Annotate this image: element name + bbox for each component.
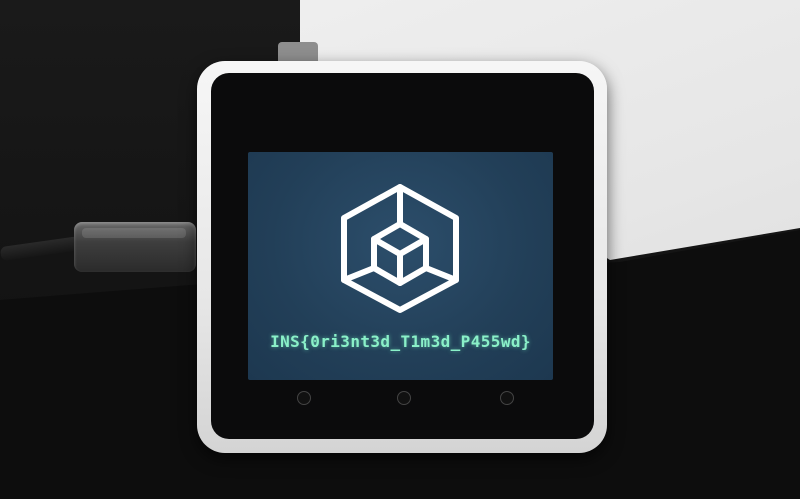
hardware-button-c[interactable] — [500, 391, 514, 405]
device-front-panel: INS{0ri3nt3d_T1m3d_P455wd} — [211, 73, 594, 439]
photo-scene: INS{0ri3nt3d_T1m3d_P455wd} — [0, 0, 800, 499]
device-screen: INS{0ri3nt3d_T1m3d_P455wd} — [248, 152, 553, 380]
hardware-button-a[interactable] — [297, 391, 311, 405]
hardware-button-b[interactable] — [397, 391, 411, 405]
usb-cable — [0, 236, 81, 262]
hypercube-logo-icon — [341, 184, 459, 313]
device-case: INS{0ri3nt3d_T1m3d_P455wd} — [197, 61, 607, 453]
usb-plug — [74, 222, 196, 272]
flag-text: INS{0ri3nt3d_T1m3d_P455wd} — [270, 332, 531, 351]
